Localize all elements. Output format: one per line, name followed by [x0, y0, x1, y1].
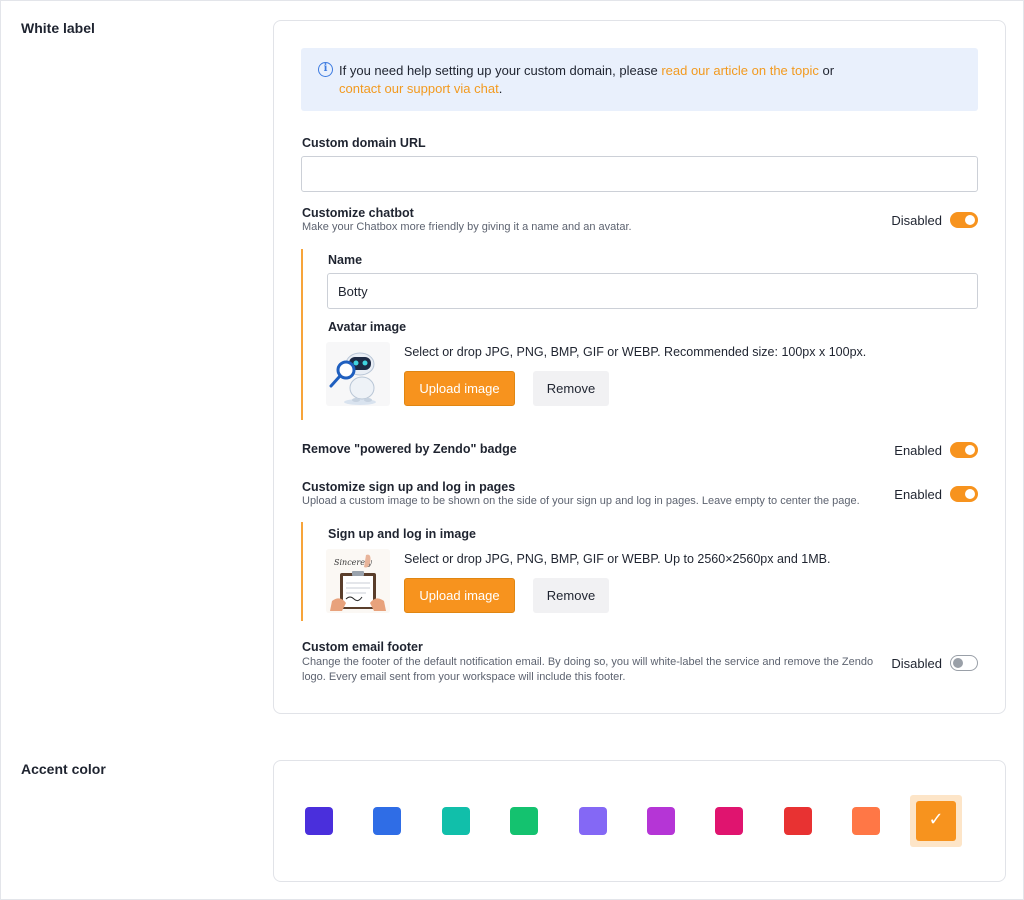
custom-domain-input[interactable]	[301, 156, 978, 192]
robot-avatar-icon	[329, 352, 376, 405]
email-footer-description-line2: logo. Every email sent from your workspa…	[302, 671, 626, 683]
signup-pages-label: Customize sign up and log in pages	[302, 480, 516, 494]
signup-remove-button[interactable]: Remove	[533, 578, 609, 613]
accent-swatch[interactable]	[784, 807, 812, 835]
customize-chatbot-description: Make your Chatbox more friendly by givin…	[302, 221, 632, 233]
info-banner: i If you need help setting up your custo…	[301, 48, 978, 111]
avatar-image-label: Avatar image	[328, 320, 407, 334]
info-text-after: .	[498, 81, 503, 96]
accent-swatch[interactable]	[579, 807, 607, 835]
support-chat-link[interactable]: contact our support via chat	[339, 81, 499, 96]
accent-swatch[interactable]	[647, 807, 675, 835]
customize-chatbot-toggle-group: Disabled	[891, 212, 978, 228]
customize-chatbot-label: Customize chatbot	[302, 206, 414, 220]
signup-image-preview: Sincerely	[326, 549, 390, 613]
avatar-upload-button[interactable]: Upload image	[404, 371, 515, 406]
accent-swatch[interactable]	[305, 807, 333, 835]
powered-badge-toggle-group: Enabled	[894, 442, 978, 458]
info-icon: i	[318, 62, 333, 77]
email-footer-toggle[interactable]	[950, 655, 978, 671]
chatbot-settings-accent-bar	[301, 249, 303, 420]
toggle-knob	[965, 489, 975, 499]
signup-upload-button[interactable]: Upload image	[404, 578, 515, 613]
accent-swatch[interactable]	[442, 807, 470, 835]
powered-badge-label: Remove "powered by Zendo" badge	[302, 442, 517, 456]
signup-settings-accent-bar	[301, 522, 303, 621]
accent-swatch[interactable]	[510, 807, 538, 835]
toggle-knob	[965, 215, 975, 225]
toggle-knob	[953, 657, 963, 668]
customize-chatbot-toggle[interactable]	[950, 212, 978, 228]
info-text-middle: or	[818, 63, 835, 78]
email-footer-label: Custom email footer	[302, 640, 423, 654]
info-text-line1: If you need help setting up your custom …	[339, 63, 834, 78]
accent-swatch-selected[interactable]: ✓	[916, 801, 956, 841]
accent-swatch[interactable]	[715, 807, 743, 835]
powered-badge-toggle-label: Enabled	[894, 442, 942, 458]
signup-pages-toggle-label: Enabled	[894, 486, 942, 502]
info-text-line2: contact our support via chat.	[339, 81, 502, 96]
custom-domain-label: Custom domain URL	[302, 136, 426, 150]
accent-color-title: Accent color	[21, 761, 106, 777]
info-text-before: If you need help setting up your custom …	[339, 63, 662, 78]
clipboard-illustration-icon: Sincerely	[326, 549, 390, 613]
signup-pages-toggle[interactable]	[950, 486, 978, 502]
email-footer-toggle-group: Disabled	[891, 655, 978, 671]
check-icon: ✓	[928, 809, 944, 830]
signup-pages-description: Upload a custom image to be shown on the…	[302, 495, 860, 507]
chatbot-name-input[interactable]	[327, 273, 978, 309]
signup-pages-toggle-group: Enabled	[894, 486, 978, 502]
accent-swatch[interactable]	[852, 807, 880, 835]
email-footer-description-line1: Change the footer of the default notific…	[302, 656, 874, 668]
email-footer-toggle-label: Disabled	[891, 655, 942, 671]
article-link[interactable]: read our article on the topic	[661, 63, 819, 78]
avatar-remove-button[interactable]: Remove	[533, 371, 609, 406]
customize-chatbot-toggle-label: Disabled	[891, 212, 942, 228]
chatbot-name-label: Name	[328, 253, 363, 267]
signup-image-label: Sign up and log in image	[328, 527, 476, 541]
signup-upload-hint: Select or drop JPG, PNG, BMP, GIF or WEB…	[404, 552, 831, 566]
white-label-title: White label	[21, 20, 95, 36]
powered-badge-toggle[interactable]	[950, 442, 978, 458]
accent-swatch[interactable]	[373, 807, 401, 835]
toggle-knob	[965, 445, 975, 455]
avatar-image-preview	[326, 342, 390, 406]
avatar-upload-hint: Select or drop JPG, PNG, BMP, GIF or WEB…	[404, 345, 867, 359]
